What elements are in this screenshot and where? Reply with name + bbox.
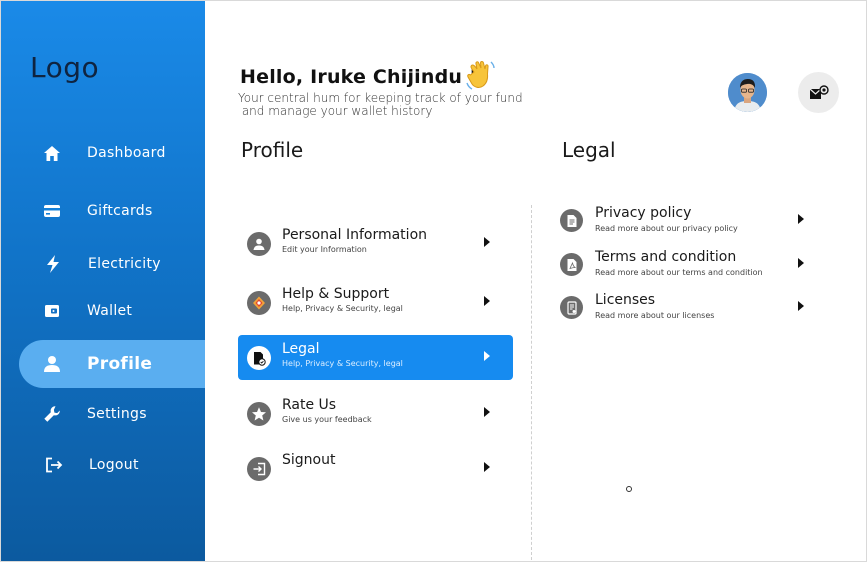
mail-notification-icon [809, 84, 829, 99]
sidebar-item-label: Electricity [88, 256, 161, 272]
menu-item-title: Legal [282, 341, 320, 357]
menu-item-subtitle: Edit your Information [282, 245, 367, 254]
greeting-title: Hello, Iruke Chijindu ! [240, 66, 478, 88]
wallet-icon [41, 300, 63, 322]
menu-item-subtitle: Help, Privacy & Security, legal [282, 304, 403, 313]
wrench-icon [41, 403, 63, 425]
sidebar-item-dashboard[interactable]: Dashboard [1, 135, 205, 171]
menu-item-title: Help & Support [282, 286, 390, 302]
support-icon [247, 291, 271, 315]
avatar[interactable] [728, 73, 767, 112]
user-icon [41, 353, 63, 375]
sidebar-item-settings[interactable]: Settings [1, 396, 205, 432]
sidebar-item-label: Dashboard [87, 145, 166, 161]
document-icon [560, 209, 583, 232]
menu-item-legal[interactable]: Legal Help, Privacy & Security, legal [238, 335, 513, 380]
sidebar-item-giftcards[interactable]: Giftcards [1, 193, 205, 229]
menu-item-help-support[interactable]: Help & Support Help, Privacy & Security,… [238, 280, 513, 326]
caret-right-icon [484, 296, 490, 306]
profile-section-title: Profile [241, 138, 304, 162]
caret-right-icon [798, 258, 804, 268]
menu-item-signout[interactable]: Signout [238, 446, 513, 492]
legal-item-terms-condition[interactable]: Terms and condition Read more about our … [560, 248, 810, 282]
waving-hand-icon [464, 58, 498, 92]
star-icon [247, 402, 271, 426]
logout-icon [43, 454, 65, 476]
legal-item-title: Privacy policy [595, 205, 692, 221]
caret-right-icon [484, 462, 490, 472]
menu-item-title: Personal Information [282, 227, 428, 243]
caret-right-icon [484, 351, 490, 361]
menu-item-title: Rate Us [282, 397, 337, 413]
legal-item-privacy-policy[interactable]: Privacy policy Read more about our priva… [560, 204, 810, 238]
greeting-subtitle: Your central hum for keeping track of yo… [238, 92, 528, 118]
legal-item-subtitle: Read more about our terms and condition [595, 268, 763, 277]
sidebar-item-electricity[interactable]: Electricity [2, 246, 206, 282]
menu-item-subtitle: Help, Privacy & Security, legal [282, 359, 403, 368]
sidebar-item-label: Giftcards [87, 203, 153, 219]
sidebar-item-profile[interactable]: Profile [19, 340, 205, 388]
logo[interactable]: Logo [30, 51, 99, 84]
sidebar-item-logout[interactable]: Logout [3, 447, 207, 483]
legal-item-title: Licenses [595, 292, 656, 308]
legal-item-licenses[interactable]: Licenses Read more about our licenses [560, 291, 810, 325]
lightning-icon [42, 253, 64, 275]
caret-right-icon [798, 301, 804, 311]
legal-doc-icon [247, 346, 271, 370]
section-divider [531, 205, 532, 560]
menu-item-title: Signout [282, 452, 336, 468]
menu-item-subtitle: Give us your feedback [282, 415, 372, 424]
sidebar-item-label: Profile [87, 354, 153, 374]
legal-section-title: Legal [562, 138, 616, 162]
sidebar-item-label: Settings [87, 406, 147, 422]
legal-item-subtitle: Read more about our licenses [595, 311, 715, 320]
sidebar: Logo Dashboard Giftcards Electricity Wal… [1, 1, 205, 561]
caret-right-icon [484, 237, 490, 247]
menu-item-personal-information[interactable]: Personal Information Edit your Informati… [238, 221, 513, 267]
legal-item-title: Terms and condition [595, 249, 737, 265]
sidebar-item-wallet[interactable]: Wallet [1, 293, 205, 329]
subtitle-line: and manage your wallet history [238, 104, 433, 118]
notifications-button[interactable] [798, 72, 839, 113]
sidebar-item-label: Logout [89, 457, 139, 473]
home-icon [41, 142, 63, 164]
caret-right-icon [798, 214, 804, 224]
license-icon [560, 296, 583, 319]
card-icon [41, 200, 63, 222]
pdf-document-icon [560, 253, 583, 276]
caret-right-icon [484, 407, 490, 417]
signout-icon [247, 457, 271, 481]
sidebar-item-label: Wallet [87, 303, 133, 319]
legal-item-subtitle: Read more about our privacy policy [595, 224, 738, 233]
menu-item-rate-us[interactable]: Rate Us Give us your feedback [238, 391, 513, 437]
user-circle-icon [247, 232, 271, 256]
cursor-dot [626, 486, 632, 492]
